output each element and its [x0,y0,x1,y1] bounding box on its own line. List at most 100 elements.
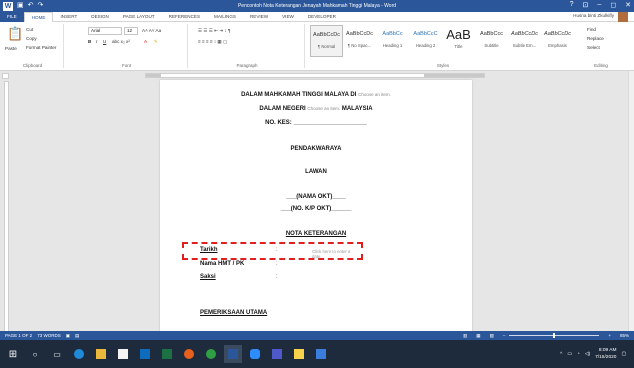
search-icon[interactable]: ○ [26,345,44,363]
web-layout-icon[interactable]: ▧ [485,333,494,339]
cut-button[interactable]: Cut [26,27,33,32]
tab-design[interactable]: DESIGN [84,12,116,22]
proofing-icon[interactable]: ▣ [61,333,70,339]
page-count[interactable]: PAGE 1 OF 2 [0,333,32,338]
bullets-icon[interactable]: ☰ ☰ ☰ ⇤ ⇥ ↕ ¶ [198,28,230,34]
start-icon[interactable]: ⊞ [4,345,22,363]
redo-icon[interactable]: ↷ [38,1,44,11]
tab-home[interactable]: HOME [23,11,54,22]
print-layout-icon[interactable]: ▦ [471,333,480,339]
style-no-spacing[interactable]: AaBbCcDc ¶ No Spac... [343,25,376,57]
battery-icon[interactable]: ▭ [567,352,572,357]
undo-icon[interactable]: ↶ [28,1,34,11]
ribbon-display-button[interactable]: ⊡ [583,1,589,9]
tab-review[interactable]: REVIEW [243,12,275,22]
user-name[interactable]: Husna binti Zkulkifly [573,13,614,18]
highlight-icon[interactable]: ✎ [154,39,158,45]
word-taskbar-icon[interactable] [224,345,242,363]
style-subtle-emphasis[interactable]: AaBbCcDc Subtle Em... [508,25,541,57]
chrome-icon[interactable] [202,345,220,363]
style-name: Heading 1 [382,43,403,48]
minimize-button[interactable]: – [597,1,601,9]
style-subtitle[interactable]: AaBbCcc Subtitle [475,25,508,57]
zoom-knob[interactable] [553,333,556,338]
network-icon[interactable]: ◔ [577,352,580,357]
paste-button[interactable]: Paste [5,46,17,51]
tab-page-layout[interactable]: PAGE LAYOUT [116,12,162,22]
style-emphasis[interactable]: AaBbCcDc Emphasis [541,25,574,57]
select-button[interactable]: Select [587,45,600,50]
style-normal[interactable]: AaBbCcDc ¶ Normal [310,25,343,57]
explorer-icon[interactable] [92,345,110,363]
firefox-icon[interactable] [180,345,198,363]
tab-view[interactable]: VIEW [275,12,301,22]
style-sample: AaBbCcDc [346,31,373,37]
vertical-ruler[interactable] [4,81,9,353]
teams-icon[interactable] [268,345,286,363]
tab-mailings[interactable]: MAILINGS [207,12,243,22]
copy-button[interactable]: Copy [26,36,37,41]
style-sample: AaBbCcDc [313,32,340,38]
tab-insert[interactable]: INSERT [53,12,84,22]
font-size-select[interactable]: 12 [124,27,138,35]
volume-icon[interactable]: ◁) [585,352,590,357]
country-text: MALAYSIA [341,106,373,112]
find-button[interactable]: Find [587,27,596,32]
store-icon[interactable] [114,345,132,363]
state-text: DALAM NEGERI [259,106,306,112]
zoom-in-icon[interactable]: + [603,333,611,338]
tab-file[interactable]: FILE [0,11,24,22]
horizontal-ruler[interactable] [145,73,485,78]
italic-button[interactable]: I [96,39,97,44]
vertical-scrollbar[interactable] [628,71,634,354]
underline-button[interactable]: U [103,39,106,44]
tab-selector[interactable] [2,73,9,79]
tab-developer[interactable]: DEVELOPER [301,12,343,22]
zoom-level[interactable]: 85% [615,333,629,338]
zoom-slider[interactable] [509,333,600,338]
align-icon[interactable]: ≡ ≡ ≡ ≡ ↕ ▦ ▢ [198,39,227,45]
save-icon[interactable]: ▣ [17,1,24,11]
excel-icon[interactable] [158,345,176,363]
date-placeholder[interactable]: Click here to enter a date. [312,249,361,259]
ribbon-tabs: FILE HOME INSERT DESIGN PAGE LAYOUT REFE… [0,11,634,22]
avatar[interactable] [618,12,628,22]
tray-chevron-icon[interactable]: ^ [560,352,562,357]
style-heading-1[interactable]: AaBbCc Heading 1 [376,25,409,57]
zoom-out-icon[interactable]: – [498,333,506,338]
clock[interactable]: 8:09 AM 7/15/2020 [595,347,616,361]
macro-icon[interactable]: ▤ [70,333,79,339]
styles-gallery: AaBbCcDc ¶ Normal AaBbCcDc ¶ No Spac... … [310,25,577,57]
style-heading-2[interactable]: AaBbCcC Heading 2 [409,25,442,57]
notifications-icon[interactable]: ▢ [621,352,626,357]
replace-button[interactable]: Replace [587,36,604,41]
app-icon[interactable] [312,345,330,363]
state-placeholder[interactable]: Choose an item. [307,106,340,111]
styles-label: Styles [436,63,450,68]
grow-font-icon[interactable]: A˄ A˅ Aa [142,28,161,33]
style-title[interactable]: AaB Title [442,25,475,57]
zoom-app-icon[interactable] [246,345,264,363]
font-color-icon[interactable]: A [144,39,147,44]
strikethrough-button[interactable]: abc x₂ x² [112,39,130,44]
edge-icon[interactable] [70,345,88,363]
paste-icon[interactable]: 📋 [7,26,23,42]
document-page[interactable]: DALAM MAHKAMAH TINGGI MALAYA DI Choose a… [160,80,472,354]
tab-references[interactable]: REFERENCES [162,12,207,22]
clipboard-group: 📋 Paste Cut Copy Format Painter Clipboar… [2,24,64,68]
close-button[interactable]: ✕ [625,1,631,9]
help-button[interactable]: ? [570,1,574,9]
task-view-icon[interactable]: ▭ [48,345,66,363]
read-mode-icon[interactable]: ▥ [458,333,467,339]
word-count[interactable]: 73 WORDS [32,333,61,338]
outlook-icon[interactable] [136,345,154,363]
judge-label: Nama HMT / PK [200,261,245,267]
date-label: Tarikh [200,247,218,253]
maximize-button[interactable]: ◻ [610,1,616,9]
format-painter-button[interactable]: Format Painter [26,45,56,50]
clipboard-label: Clipboard [22,63,43,68]
font-name-select[interactable]: Arial [88,27,122,35]
court-placeholder[interactable]: Choose an item. [358,92,391,97]
sticky-notes-icon[interactable] [290,345,308,363]
bold-button[interactable]: B [88,39,91,44]
